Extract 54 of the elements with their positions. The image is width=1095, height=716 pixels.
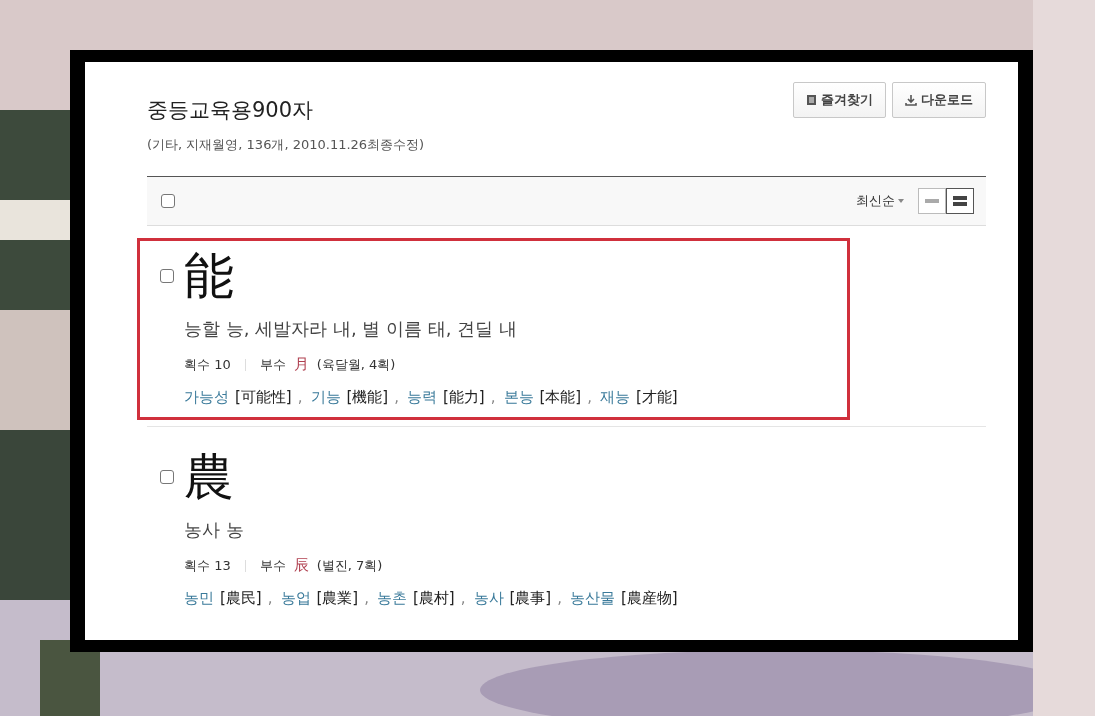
- view-toggle[interactable]: [946, 188, 974, 214]
- hanja-character: 農: [184, 447, 235, 508]
- download-icon: [905, 94, 917, 106]
- word-link[interactable]: 농업: [280, 589, 311, 608]
- word-hanja: [農民]: [220, 589, 262, 608]
- view-toggle[interactable]: [918, 188, 946, 214]
- entry-checkbox[interactable]: [160, 470, 174, 484]
- meaning-text: 농사 농: [184, 518, 245, 542]
- hanja-character: 能: [184, 246, 235, 307]
- word-separator: ,: [460, 589, 466, 607]
- word-separator: ,: [557, 589, 562, 607]
- stroke-count: 획수 13: [184, 556, 231, 575]
- word-hanja: [農事]: [509, 589, 552, 608]
- download-button[interactable]: 다운로드: [892, 82, 986, 118]
- sort-dropdown[interactable]: 최신순: [856, 192, 904, 210]
- meaning-text: 능할 능, 세발자라 내, 별 이름 태, 견딜 내: [184, 317, 518, 341]
- radical-character: 月: [293, 355, 309, 374]
- word-separator: ,: [267, 589, 273, 607]
- word-link[interactable]: 농산물: [570, 589, 615, 608]
- list-meta: (기타, 지재월영, 136개, 2010.11.26최종수정): [147, 136, 425, 154]
- list-icon: [806, 94, 817, 106]
- word-link[interactable]: 능력: [407, 388, 437, 407]
- favorite-button[interactable]: 즐겨찾기: [793, 82, 886, 118]
- word-link[interactable]: 재능: [600, 388, 630, 407]
- word-link[interactable]: 농민: [184, 589, 214, 608]
- radical-info: (별진, 7획): [316, 556, 383, 575]
- word-separator: ,: [587, 388, 592, 406]
- word-link[interactable]: 가능성: [184, 388, 229, 407]
- double-line-icon: [953, 196, 967, 206]
- word-hanja: [可能性]: [235, 388, 292, 407]
- word-hanja: [農業]: [316, 589, 359, 608]
- word-separator: ,: [394, 388, 399, 406]
- list-title: 중등교육용900자: [147, 97, 315, 124]
- word-link[interactable]: 본능: [503, 388, 534, 407]
- radical-info: (육달월, 4획): [316, 355, 396, 374]
- stroke-count: 획수 10: [184, 355, 231, 374]
- word-link[interactable]: 농촌: [377, 589, 407, 608]
- word-link[interactable]: 기능: [310, 388, 341, 407]
- radical-character: 辰: [293, 556, 309, 575]
- word-hanja: [本能]: [539, 388, 582, 407]
- word-separator: ,: [490, 388, 496, 406]
- word-hanja: [能力]: [443, 388, 485, 407]
- word-hanja: [農村]: [413, 589, 455, 608]
- radical-label: 부수: [259, 556, 286, 575]
- word-hanja: [才能]: [636, 388, 678, 407]
- word-separator: ,: [297, 388, 303, 406]
- select-all-checkbox[interactable]: [161, 194, 175, 208]
- word-hanja: [機能]: [346, 388, 389, 407]
- word-separator: ,: [364, 589, 369, 607]
- radical-label: 부수: [259, 355, 286, 374]
- word-hanja: [農産物]: [621, 589, 678, 608]
- word-link[interactable]: 농사: [473, 589, 504, 608]
- entry-checkbox[interactable]: [160, 269, 174, 283]
- caret-icon: [898, 199, 904, 203]
